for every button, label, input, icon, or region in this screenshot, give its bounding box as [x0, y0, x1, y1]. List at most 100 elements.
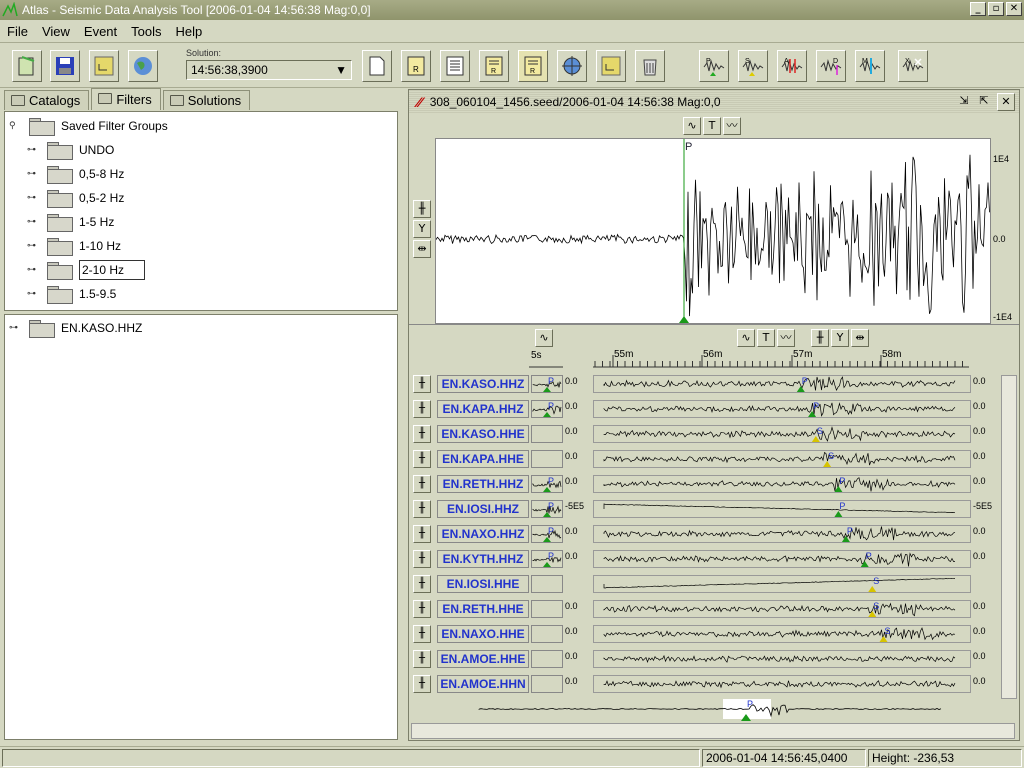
trace-scale-button[interactable]: ╫: [413, 425, 431, 443]
trace-station-name[interactable]: EN.KASO.HHZ: [437, 375, 529, 393]
trace-scale-button[interactable]: ╫: [413, 525, 431, 543]
trace-plot[interactable]: P: [593, 475, 971, 493]
tab-catalogs[interactable]: Catalogs: [4, 90, 90, 110]
menu-tools[interactable]: Tools: [124, 24, 168, 39]
report-list-button[interactable]: R: [479, 50, 509, 82]
edit-button[interactable]: [596, 50, 626, 82]
tab-solutions[interactable]: Solutions: [162, 90, 251, 110]
text-toggle-button[interactable]: T: [703, 117, 721, 135]
trace-row[interactable]: ╫ EN.NAXO.HHE 0.0 S 0.0: [409, 623, 1009, 645]
filter-all-button[interactable]: ∿: [535, 329, 553, 347]
collapse-handle-icon[interactable]: ⚲: [9, 120, 21, 132]
overview-trace[interactable]: P: [449, 697, 1009, 721]
horizontal-scrollbar[interactable]: [411, 723, 1015, 739]
trace-plot[interactable]: P: [593, 400, 971, 418]
report-active-button[interactable]: R: [518, 50, 548, 82]
compress-lower-button[interactable]: ⇹: [851, 329, 869, 347]
p-pick-marker[interactable]: [679, 316, 689, 323]
import-button[interactable]: [89, 50, 119, 82]
trace-plot[interactable]: [593, 675, 971, 693]
solution-dropdown[interactable]: 14:56:38,3900 ▼: [186, 60, 352, 80]
trace-row[interactable]: ╫ EN.KASO.HHZ P 0.0 P 0.0: [409, 373, 1009, 395]
trace-plot[interactable]: S: [593, 575, 971, 593]
save-button[interactable]: [50, 50, 80, 82]
trace-scale-button[interactable]: ╫: [413, 675, 431, 693]
trace-scale-button[interactable]: ╫: [413, 400, 431, 418]
trace-station-name[interactable]: EN.KAPA.HHE: [437, 450, 529, 468]
expand-handle-icon[interactable]: ⊶: [27, 144, 39, 156]
phase-s-button[interactable]: S: [738, 50, 768, 82]
trace-row[interactable]: ╫ EN.RETH.HHZ P 0.0 P 0.0: [409, 473, 1009, 495]
station-node[interactable]: ⊶ EN.KASO.HHZ: [9, 317, 142, 339]
trace-scale-button[interactable]: ╫: [413, 475, 431, 493]
filter-item-selected[interactable]: ⊶ 2-10 Hz: [27, 259, 145, 281]
trace-plot[interactable]: S: [593, 450, 971, 468]
tab-filters[interactable]: Filters: [91, 88, 161, 110]
phase-pick-marker[interactable]: [823, 461, 832, 467]
trace-scale-button[interactable]: ╫: [413, 450, 431, 468]
trace-plot[interactable]: S: [593, 625, 971, 643]
maximize-button[interactable]: ▫: [988, 2, 1004, 16]
list-button[interactable]: [440, 50, 470, 82]
trace-station-name[interactable]: EN.NAXO.HHE: [437, 625, 529, 643]
trace-scale-button[interactable]: ╫: [413, 550, 431, 568]
trace-scale-button[interactable]: ╫: [413, 650, 431, 668]
expand-handle-icon[interactable]: ⊶: [27, 192, 39, 204]
y-lower-button[interactable]: Y: [831, 329, 849, 347]
trace-row[interactable]: ╫ EN.KAPA.HHE 0.0 S 0.0: [409, 448, 1009, 470]
menu-file[interactable]: File: [0, 24, 35, 39]
filter-toggle-button[interactable]: ∿: [683, 117, 701, 135]
open-button[interactable]: [12, 50, 42, 82]
minimize-button[interactable]: _: [970, 2, 986, 16]
filter-lower-button[interactable]: ∿: [737, 329, 755, 347]
y-scale-button[interactable]: Y: [413, 220, 431, 238]
filter-item[interactable]: ⊶ 0,5-8 Hz: [27, 163, 124, 185]
trace-plot[interactable]: P: [593, 500, 971, 518]
expand-handle-icon[interactable]: ⊶: [27, 168, 39, 180]
trace-row[interactable]: ╫ EN.IOSI.HHE S: [409, 573, 1009, 595]
phase-x-button[interactable]: X: [898, 50, 928, 82]
trace-station-name[interactable]: EN.KASO.HHE: [437, 425, 529, 443]
phase-pick-marker[interactable]: [868, 586, 877, 592]
trace-station-name[interactable]: EN.AMOE.HHN: [437, 675, 529, 693]
trace-station-name[interactable]: EN.KAPA.HHZ: [437, 400, 529, 418]
trace-plot[interactable]: P: [593, 550, 971, 568]
main-seismogram[interactable]: P: [435, 138, 991, 324]
trace-station-name[interactable]: EN.RETH.HHZ: [437, 475, 529, 493]
filter-item[interactable]: ⊶ 0,5-2 Hz: [27, 187, 124, 209]
trace-row[interactable]: ╫ EN.KASO.HHE 0.0 S 0.0: [409, 423, 1009, 445]
trace-station-name[interactable]: EN.KYTH.HHZ: [437, 550, 529, 568]
menu-help[interactable]: Help: [169, 24, 210, 39]
close-panel-icon[interactable]: ✕: [997, 93, 1015, 111]
phase-d-button[interactable]: D: [816, 50, 846, 82]
expand-handle-icon[interactable]: ⊶: [27, 240, 39, 252]
trace-row[interactable]: ╫ EN.AMOE.HHN 0.0 0.0: [409, 673, 1009, 695]
trace-row[interactable]: ╫ EN.IOSI.HHZ P -5E5 P -5E5: [409, 498, 1009, 520]
grid-lower-button[interactable]: ╫: [811, 329, 829, 347]
trace-plot[interactable]: P: [593, 375, 971, 393]
trace-station-name[interactable]: EN.NAXO.HHZ: [437, 525, 529, 543]
trace-row[interactable]: ╫ EN.RETH.HHE 0.0 S 0.0: [409, 598, 1009, 620]
wave-toggle-button[interactable]: 〰: [723, 117, 741, 135]
new-document-button[interactable]: [362, 50, 392, 82]
phase-pick-marker[interactable]: [811, 436, 820, 442]
detach-panel-icon[interactable]: ⇱: [975, 93, 993, 111]
trace-station-name[interactable]: EN.AMOE.HHE: [437, 650, 529, 668]
trace-row[interactable]: ╫ EN.NAXO.HHZ P 0.0 P 0.0: [409, 523, 1009, 545]
tree-root-node[interactable]: ⚲ Saved Filter Groups: [9, 115, 168, 137]
trace-scale-button[interactable]: ╫: [413, 625, 431, 643]
trace-row[interactable]: ╫ EN.KYTH.HHZ P 0.0 P 0.0: [409, 548, 1009, 570]
filter-item[interactable]: ⊶ 1.5-9.5: [27, 283, 116, 305]
expand-handle-icon[interactable]: ⊶: [27, 264, 39, 276]
trace-row[interactable]: ╫ EN.AMOE.HHE 0.0 0.0: [409, 648, 1009, 670]
trace-scale-button[interactable]: ╫: [413, 375, 431, 393]
expand-handle-icon[interactable]: ⊶: [9, 322, 21, 334]
trace-station-name[interactable]: EN.IOSI.HHZ: [437, 500, 529, 518]
report-button[interactable]: R: [401, 50, 431, 82]
phase-m-button[interactable]: M: [855, 50, 885, 82]
expand-handle-icon[interactable]: ⊶: [27, 288, 39, 300]
trace-row[interactable]: ╫ EN.KAPA.HHZ P 0.0 P 0.0: [409, 398, 1009, 420]
menu-event[interactable]: Event: [77, 24, 124, 39]
trace-station-name[interactable]: EN.RETH.HHE: [437, 600, 529, 618]
wave-lower-button[interactable]: 〰: [777, 329, 795, 347]
